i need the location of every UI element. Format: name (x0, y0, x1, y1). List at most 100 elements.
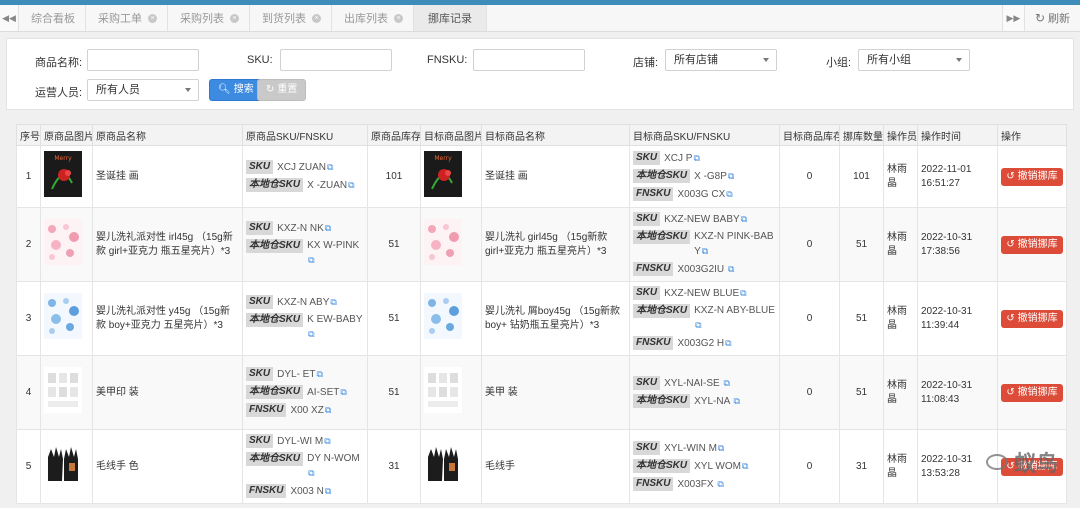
sku-input[interactable] (280, 49, 392, 71)
copy-icon[interactable]: ⧉ (325, 405, 331, 415)
product-name-input[interactable] (87, 49, 199, 71)
source-product-image (40, 429, 93, 504)
tab-5[interactable]: 挪库记录 (414, 5, 487, 31)
undo-transfer-button[interactable]: ↺ 撤销挪库 (1001, 167, 1063, 186)
copy-icon[interactable]: ⧉ (741, 214, 747, 224)
copy-icon[interactable]: ⧉ (693, 153, 699, 163)
sku-line: 本地仓SKU XYL-NA ⧉ (633, 394, 776, 409)
target-stock[interactable]: 0 (779, 145, 840, 208)
sku-line: SKU XCJ ZUAN⧉ (246, 160, 364, 175)
target-stock[interactable]: 0 (779, 355, 840, 430)
column-header: 原商品图片 (40, 124, 93, 146)
column-header: 原商品名称 (92, 124, 243, 146)
target-stock[interactable]: 0 (779, 207, 840, 282)
tab-scroll-left-icon[interactable]: ◀◀ (0, 5, 19, 31)
column-header: 目标商品图片 (420, 124, 482, 146)
copy-icon[interactable]: ⧉ (325, 223, 331, 233)
copy-icon[interactable]: ⧉ (728, 171, 734, 181)
target-stock[interactable]: 0 (779, 281, 840, 356)
undo-transfer-label: 撤销挪库 (1017, 386, 1058, 398)
copy-icon[interactable]: ⧉ (308, 255, 314, 265)
row-index: 4 (16, 355, 41, 430)
transfer-quantity[interactable]: 51 (839, 281, 884, 356)
refresh-button[interactable]: ↻ 刷新 (1023, 5, 1080, 31)
undo-transfer-button[interactable]: ↺ 撤销挪库 (1001, 383, 1063, 402)
table-body: 1 Merry 圣诞挂 画 SKU XCJ ZUAN⧉ 本地仓SKU X -ZUAN⧉ 101… (16, 145, 1067, 504)
copy-icon[interactable]: ⧉ (740, 288, 746, 298)
tab-scroll-right-icon[interactable]: ▶▶ (1001, 5, 1024, 31)
watermark-logo-icon (985, 454, 1008, 470)
tab-2[interactable]: 采购列表 × (168, 5, 250, 31)
operator-select[interactable]: 所有人员 (87, 79, 199, 101)
copy-icon[interactable]: ⧉ (718, 443, 724, 453)
shop-select-value: 所有店铺 (674, 54, 718, 66)
sku-line: 本地仓SKU X -ZUAN⧉ (246, 178, 364, 193)
action-cell: ↺ 撤销挪库 (997, 145, 1067, 208)
tab-3[interactable]: 到货列表 × (250, 5, 332, 31)
fnsku-input[interactable] (473, 49, 585, 71)
sku-line: FNSKU X00 XZ⧉ (246, 403, 364, 418)
sku-value: DYL- ET⧉ (277, 369, 323, 380)
shop-label: 店铺: (633, 57, 659, 69)
copy-icon[interactable]: ⧉ (316, 369, 322, 379)
row-index: 2 (16, 207, 41, 282)
copy-icon[interactable]: ⧉ (742, 461, 748, 471)
copy-icon[interactable]: ⧉ (702, 246, 708, 256)
transfer-quantity[interactable]: 31 (839, 429, 884, 504)
copy-icon[interactable]: ⧉ (308, 329, 314, 339)
chevron-down-icon (956, 58, 962, 62)
transfer-quantity[interactable]: 51 (839, 355, 884, 430)
sku-line: 本地仓SKU KX W-PINK⧉ (246, 239, 364, 268)
copy-icon[interactable]: ⧉ (726, 189, 732, 199)
undo-transfer-button[interactable]: ↺ 撤销挪库 (1001, 309, 1063, 328)
group-select[interactable]: 所有小组 (858, 49, 970, 71)
tab-0[interactable]: 综合看板 (19, 5, 86, 31)
target-product-image (420, 207, 482, 282)
shop-select[interactable]: 所有店铺 (665, 49, 777, 71)
sku-line: FNSKU X003FX ⧉ (633, 477, 776, 492)
copy-icon[interactable]: ⧉ (327, 162, 333, 172)
copy-icon[interactable]: ⧉ (695, 320, 701, 330)
undo-transfer-button[interactable]: ↺ 撤销挪库 (1001, 235, 1063, 254)
source-stock[interactable]: 31 (367, 429, 421, 504)
copy-icon[interactable]: ⧉ (348, 180, 354, 190)
copy-icon[interactable]: ⧉ (330, 297, 336, 307)
copy-icon[interactable]: ⧉ (717, 479, 723, 489)
sku-tag: 本地仓SKU (246, 452, 304, 466)
copy-icon[interactable]: ⧉ (325, 486, 331, 496)
close-icon[interactable]: × (148, 13, 157, 23)
copy-icon[interactable]: ⧉ (723, 378, 729, 388)
copy-icon[interactable]: ⧉ (733, 396, 739, 406)
copy-icon[interactable]: ⧉ (340, 387, 346, 397)
close-icon[interactable]: × (230, 13, 239, 23)
target-stock[interactable]: 0 (779, 429, 840, 504)
reset-button-label: 重置 (277, 84, 298, 95)
close-icon[interactable]: × (394, 13, 403, 23)
tab-4[interactable]: 出库列表 × (332, 5, 414, 31)
transfer-quantity[interactable]: 101 (839, 145, 884, 208)
sku-value: DYL-WI M⧉ (277, 436, 331, 447)
filter-panel: 商品名称: SKU: FNSKU: 店铺: 所有店铺 小组: 所有小组 运营人员… (6, 38, 1074, 110)
table-row: 5 毛线手 色 SKU DYL-WI M⧉ 本地仓SKU DY N-WOM⧉ FNSKU X0… (16, 429, 1067, 504)
copy-icon[interactable]: ⧉ (728, 264, 734, 274)
watermark-text: 蚁鸟 (1013, 451, 1058, 476)
copy-icon[interactable]: ⧉ (308, 468, 314, 478)
sku-tag: 本地仓SKU (633, 459, 691, 473)
column-header: 操作时间 (917, 124, 998, 146)
source-stock[interactable]: 51 (367, 281, 421, 356)
sku-line: FNSKU X003G2 H⧉ (633, 336, 776, 351)
sku-line: 本地仓SKU KXZ-N PINK-BABY⧉ (633, 230, 776, 259)
close-icon[interactable]: × (312, 13, 321, 23)
source-stock[interactable]: 101 (367, 145, 421, 208)
reset-button[interactable]: ↻ 重置 (257, 79, 307, 101)
search-button[interactable]: 🔍︎ 搜索 (209, 79, 263, 101)
transfer-quantity[interactable]: 51 (839, 207, 884, 282)
sku-line: 本地仓SKU K EW-BABY⧉ (246, 313, 364, 342)
tab-1[interactable]: 采购工单 × (86, 5, 168, 31)
sku-value: KX W-PINK⧉ (307, 240, 360, 265)
copy-icon[interactable]: ⧉ (324, 436, 330, 446)
source-stock[interactable]: 51 (367, 355, 421, 430)
reset-icon: ↻ (266, 84, 275, 95)
source-stock[interactable]: 51 (367, 207, 421, 282)
copy-icon[interactable]: ⧉ (725, 338, 731, 348)
